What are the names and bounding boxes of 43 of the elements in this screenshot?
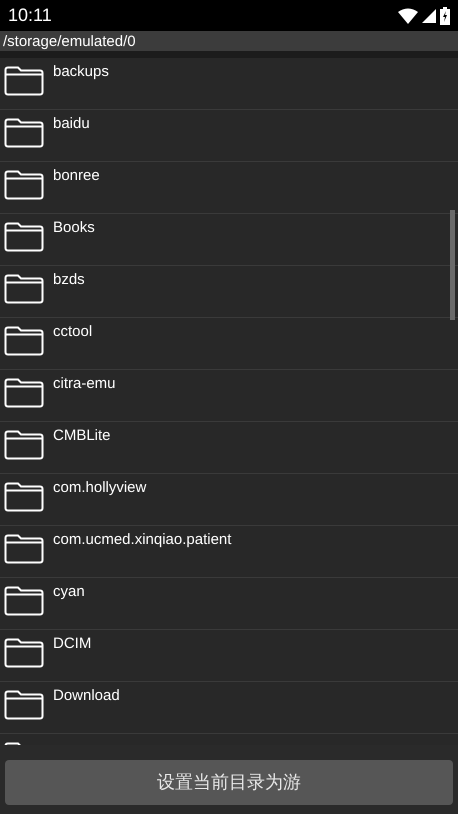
folder-icon bbox=[4, 222, 44, 252]
set-directory-button[interactable]: 设置当前目录为游 bbox=[5, 760, 453, 805]
folder-name: com.hollyview bbox=[53, 480, 146, 495]
folder-name: backups bbox=[53, 64, 109, 79]
folder-name: bonree bbox=[53, 168, 100, 183]
folder-icon bbox=[4, 586, 44, 616]
folder-name: bzds bbox=[53, 272, 85, 287]
folder-icon bbox=[4, 118, 44, 148]
folder-item[interactable]: citra-emu bbox=[0, 370, 458, 422]
folder-icon bbox=[4, 66, 44, 96]
folder-name: citra-emu bbox=[53, 376, 116, 391]
folder-name: Books bbox=[53, 220, 95, 235]
folder-icon bbox=[4, 430, 44, 460]
folder-icon bbox=[4, 690, 44, 720]
folder-item[interactable]: baidu bbox=[0, 110, 458, 162]
folder-item[interactable]: cyan bbox=[0, 578, 458, 630]
folder-name: cyan bbox=[53, 584, 85, 599]
folder-icon bbox=[4, 534, 44, 564]
wifi-icon bbox=[398, 8, 418, 24]
folder-name: com.ucmed.xinqiao.patient bbox=[53, 532, 232, 547]
folder-name: cctool bbox=[53, 324, 92, 339]
signal-icon bbox=[422, 8, 436, 22]
folder-icon bbox=[4, 326, 44, 356]
folder-item[interactable]: com.hollyview bbox=[0, 474, 458, 526]
status-time: 10:11 bbox=[8, 4, 52, 27]
battery-icon bbox=[440, 6, 450, 24]
folder-name: DCIM bbox=[53, 636, 92, 651]
folder-item[interactable]: com.ucmed.xinqiao.patient bbox=[0, 526, 458, 578]
folder-item[interactable]: bonree bbox=[0, 162, 458, 214]
folder-item[interactable]: CMBLite bbox=[0, 422, 458, 474]
folder-item[interactable]: Download bbox=[0, 682, 458, 734]
folder-item[interactable]: backups bbox=[0, 58, 458, 110]
folder-icon bbox=[4, 378, 44, 408]
folder-item[interactable]: cctool bbox=[0, 318, 458, 370]
folder-name: Download bbox=[53, 688, 120, 703]
folder-name: baidu bbox=[53, 116, 90, 131]
folder-icon bbox=[4, 274, 44, 304]
folder-icon bbox=[4, 170, 44, 200]
path-text: /storage/emulated/0 bbox=[3, 34, 136, 48]
folder-item[interactable]: DCIM bbox=[0, 630, 458, 682]
folder-icon bbox=[4, 482, 44, 512]
folder-name: CMBLite bbox=[53, 428, 111, 443]
folder-icon bbox=[4, 638, 44, 668]
